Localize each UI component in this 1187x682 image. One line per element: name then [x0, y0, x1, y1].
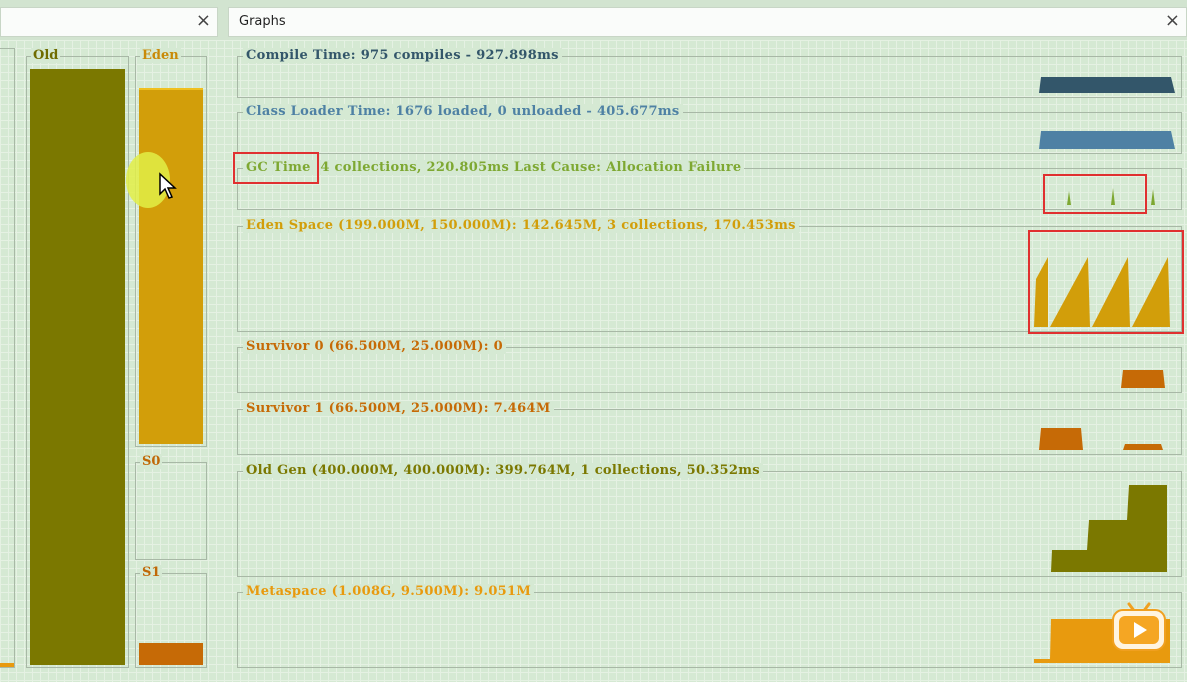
metaspace-title: Metaspace (1.008G, 9.500M): 9.051M — [243, 584, 535, 599]
survivor-1-title: Survivor 1 (66.500M, 25.000M): 7.464M — [243, 401, 554, 416]
eden-space-box: Eden — [135, 48, 207, 447]
survivor-0-graph: Survivor 0 (66.500M, 25.000M): 0 — [237, 339, 1182, 393]
eden-space-bar — [139, 88, 203, 444]
old-gen-title: Old Gen (400.000M, 400.000M): 399.764M, … — [243, 463, 763, 478]
close-icon[interactable]: × — [196, 10, 211, 32]
s1-space-bar — [139, 643, 203, 665]
compile-time-title: Compile Time: 975 compiles - 927.898ms — [243, 48, 562, 63]
mouse-cursor-icon — [159, 172, 177, 199]
survivor-1-plot — [1039, 428, 1163, 450]
s0-label: S0 — [140, 454, 163, 469]
graphs-content: Old Eden S0 S1 Compile Time: 975 compile… — [0, 40, 1187, 682]
eden-label: Eden — [140, 48, 181, 63]
class-loader-title: Class Loader Time: 1676 loaded, 0 unload… — [243, 104, 683, 119]
old-space-box: Old — [26, 48, 129, 668]
metaspace-graph: Metaspace (1.008G, 9.500M): 9.051M — [237, 584, 1182, 668]
tab-bar: × Graphs × — [0, 0, 1187, 40]
survivor-0-plot — [1121, 370, 1165, 388]
survivor-1-graph: Survivor 1 (66.500M, 25.000M): 7.464M — [237, 401, 1182, 455]
old-label: Old — [31, 48, 61, 63]
close-icon[interactable]: × — [1165, 10, 1180, 32]
gc-spikes-highlight — [1043, 174, 1147, 214]
tab-visual-gc[interactable]: × — [0, 7, 218, 37]
tv-logo-icon — [1112, 602, 1166, 651]
space-bar — [0, 663, 14, 667]
gc-time-details: 4 collections, 220.805ms Last Cause: All… — [320, 160, 742, 175]
tab-title: Graphs — [239, 14, 286, 29]
survivor-0-title: Survivor 0 (66.500M, 25.000M): 0 — [243, 339, 506, 354]
compile-time-graph: Compile Time: 975 compiles - 927.898ms — [237, 48, 1182, 98]
compile-time-plot — [1039, 77, 1175, 93]
gc-time-graph: GC Time 4 collections, 220.805ms Last Ca… — [237, 160, 1182, 210]
old-gen-plot — [1051, 485, 1167, 572]
class-loader-graph: Class Loader Time: 1676 loaded, 0 unload… — [237, 104, 1182, 154]
class-loader-plot — [1039, 131, 1175, 149]
eden-sawtooth-highlight — [1028, 230, 1184, 334]
old-space-bar — [30, 69, 125, 665]
old-gen-graph: Old Gen (400.000M, 400.000M): 399.764M, … — [237, 463, 1182, 577]
gc-time-label-highlight — [233, 152, 319, 184]
s0-space-box: S0 — [135, 454, 207, 560]
s1-space-box: S1 — [135, 565, 207, 668]
s1-label: S1 — [140, 565, 163, 580]
eden-space-title: Eden Space (199.000M, 150.000M): 142.645… — [243, 218, 799, 233]
previous-space-box — [0, 48, 15, 668]
tab-graphs[interactable]: Graphs × — [228, 7, 1187, 37]
